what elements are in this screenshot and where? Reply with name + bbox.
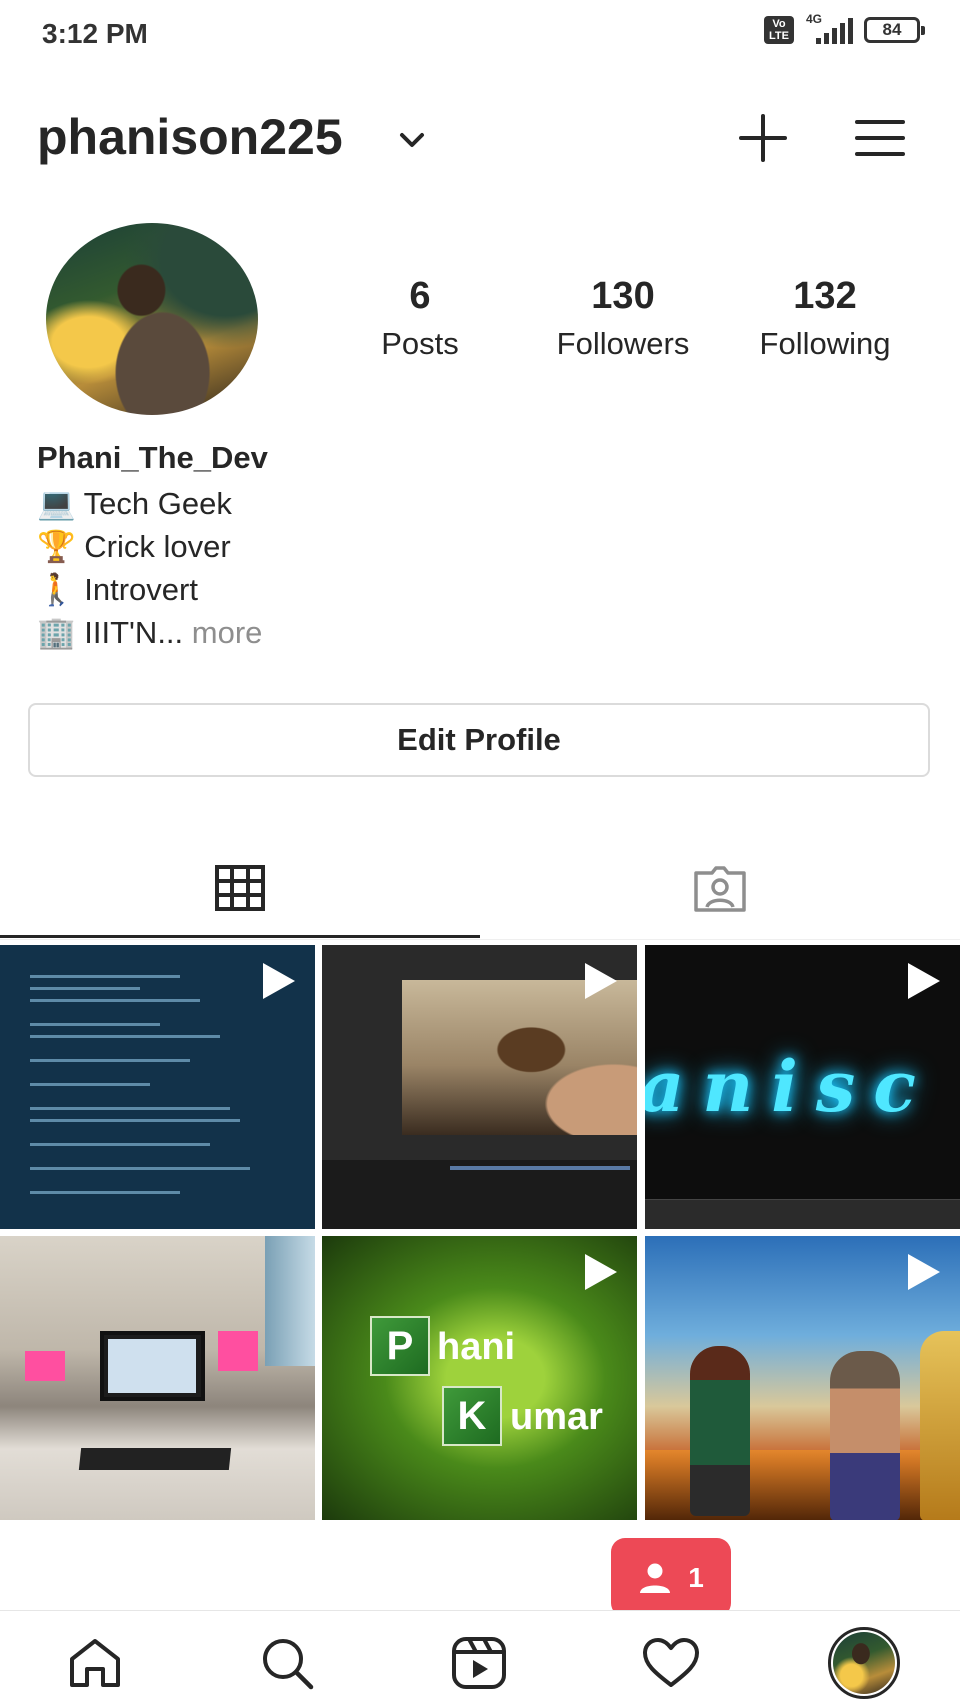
new-post-icon[interactable]: [735, 110, 791, 166]
profile-avatar[interactable]: [46, 223, 258, 415]
walking-person-icon: 🚶: [37, 572, 76, 607]
battery-icon: 84: [864, 17, 925, 43]
grid-icon: [215, 864, 265, 911]
video-play-icon: [908, 1254, 940, 1290]
bottom-nav: [0, 1610, 960, 1708]
video-play-icon: [263, 963, 295, 999]
posts-count[interactable]: 6 Posts: [330, 275, 510, 362]
search-icon: [263, 1639, 314, 1690]
reels-icon: [452, 1637, 506, 1689]
bio-line: 🚶 Introvert: [37, 572, 198, 607]
post-thumbnail[interactable]: P hani K umar: [322, 1236, 637, 1520]
video-play-icon: [585, 963, 617, 999]
edit-profile-button[interactable]: Edit Profile: [28, 703, 930, 777]
bio-line: 🏢 IIIT'N... more: [37, 615, 263, 650]
status-time: 3:12 PM: [42, 18, 148, 49]
profile-bio: Phani_The_Dev 💻 Tech Geek 🏆 Crick lover …: [37, 440, 268, 654]
status-bar: 3:12 PM Vo LTE 4G 84: [0, 0, 960, 70]
profile-tabs: [0, 840, 960, 940]
follower-icon: [640, 1563, 671, 1593]
nav-activity[interactable]: [641, 1633, 701, 1693]
tab-tagged[interactable]: [480, 840, 960, 938]
trophy-icon: 🏆: [37, 529, 76, 564]
post-thumbnail[interactable]: [0, 945, 315, 1229]
profile-header: phanison225: [0, 90, 960, 180]
tab-posts-grid[interactable]: [0, 840, 480, 938]
new-follower-toast[interactable]: 1: [611, 1538, 731, 1633]
bio-line: 🏆 Crick lover: [37, 529, 231, 564]
post-thumbnail[interactable]: [0, 1236, 315, 1520]
tagged-icon: [694, 866, 746, 912]
video-play-icon: [908, 963, 940, 999]
office-building-icon: 🏢: [37, 615, 76, 650]
followers-count[interactable]: 130 Followers: [533, 275, 713, 362]
toast-count: 1: [688, 1561, 704, 1593]
display-name: Phani_The_Dev: [37, 440, 268, 475]
profile-stats: 6 Posts 130 Followers 132 Following: [330, 275, 930, 375]
chevron-down-icon[interactable]: [392, 120, 432, 160]
home-icon: [70, 1639, 120, 1687]
nav-reels[interactable]: [449, 1633, 509, 1693]
nav-home[interactable]: [65, 1633, 125, 1693]
following-count[interactable]: 132 Following: [735, 275, 915, 362]
bio-line: 💻 Tech Geek: [37, 486, 232, 521]
video-play-icon: [585, 1254, 617, 1290]
nav-search[interactable]: [257, 1633, 317, 1693]
username-title[interactable]: phanison225: [37, 108, 343, 166]
bio-more-link[interactable]: more: [192, 615, 263, 650]
heart-icon: [643, 1638, 699, 1687]
nav-profile-avatar[interactable]: [828, 1627, 900, 1699]
network-type: 4G: [806, 12, 823, 26]
laptop-icon: 💻: [37, 486, 76, 521]
neon-text: anisc: [645, 1045, 934, 1128]
signal-icon: 4G: [804, 12, 854, 44]
volte-icon: Vo LTE: [764, 16, 794, 44]
post-thumbnail[interactable]: [322, 945, 637, 1229]
post-thumbnail[interactable]: [645, 1236, 960, 1520]
post-thumbnail[interactable]: anisc: [645, 945, 960, 1229]
profile-avatar: [833, 1632, 895, 1694]
status-icons: Vo LTE 4G 84: [764, 12, 925, 44]
menu-icon[interactable]: [852, 110, 908, 166]
